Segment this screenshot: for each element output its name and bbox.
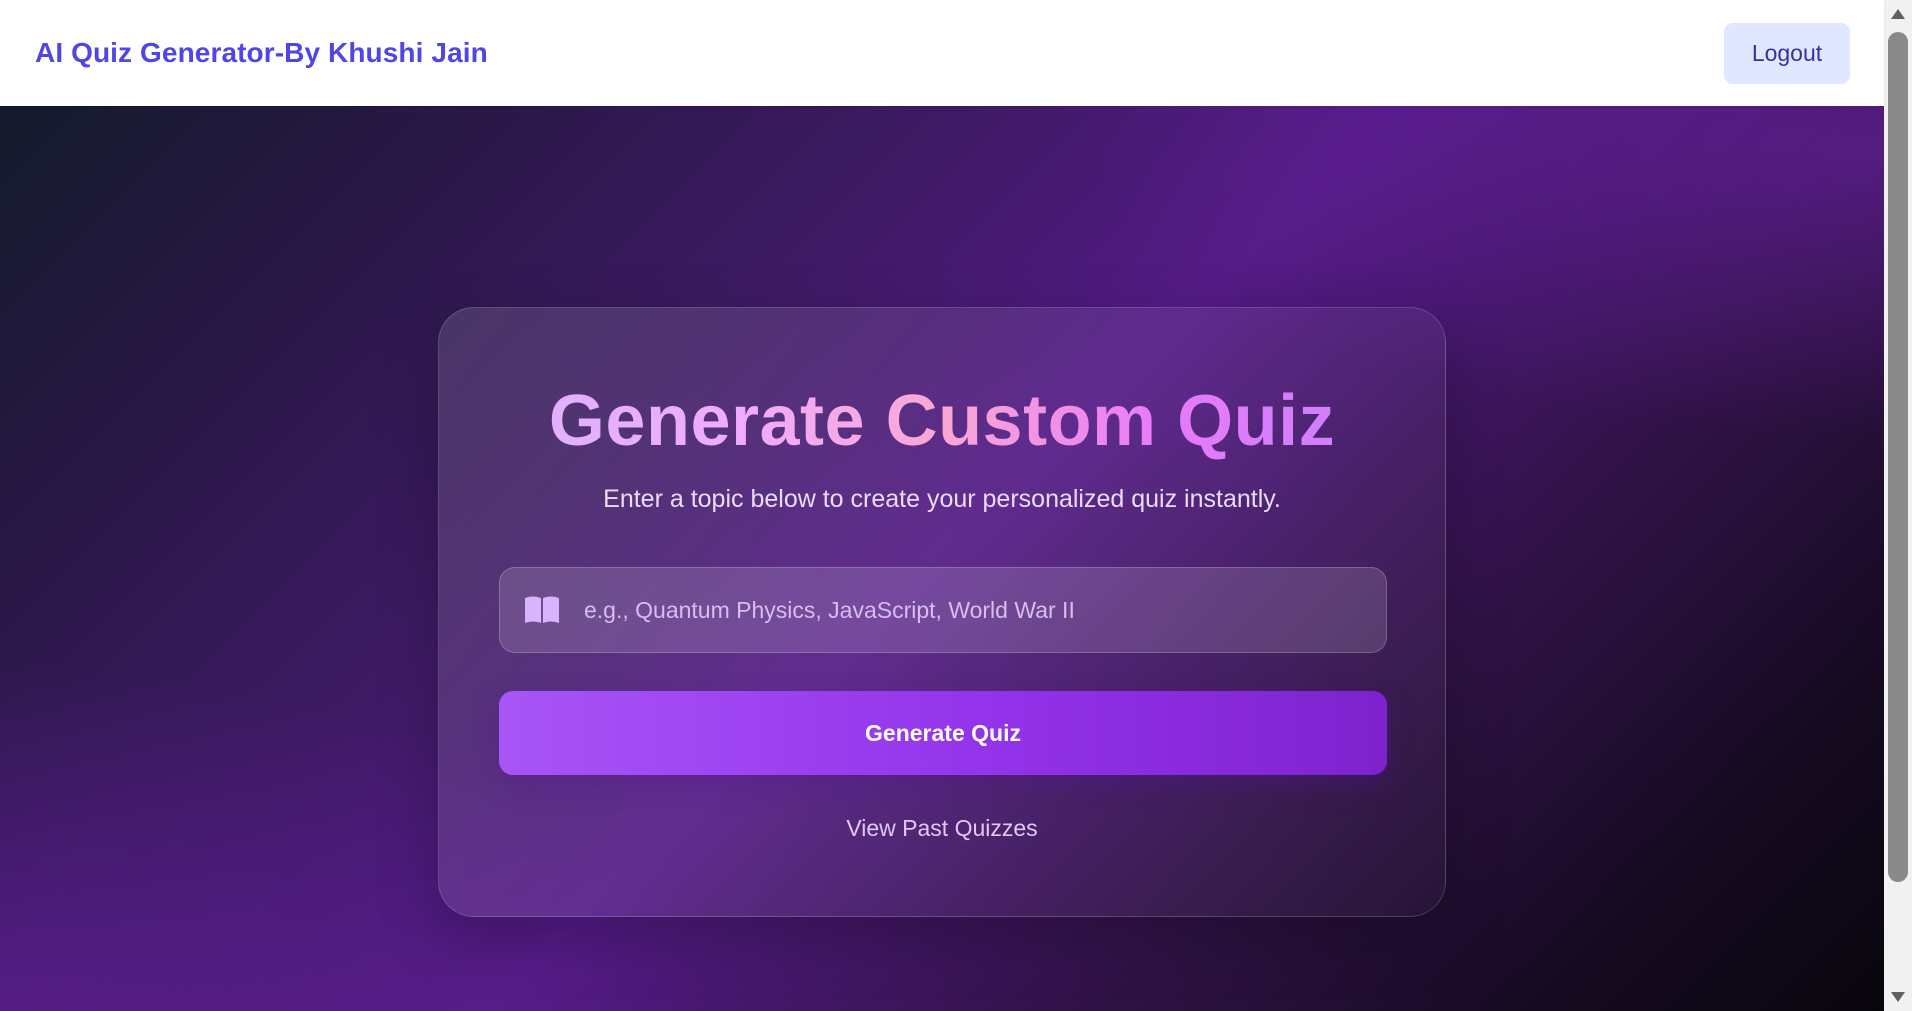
vertical-scrollbar[interactable] — [1884, 0, 1912, 1011]
view-past-quizzes-link[interactable]: View Past Quizzes — [439, 815, 1445, 842]
page-title: Generate Custom Quiz — [439, 376, 1445, 466]
book-open-icon — [522, 595, 562, 625]
top-navbar: AI Quiz Generator-By Khushi Jain Logout — [0, 0, 1884, 106]
page-subtitle: Enter a topic below to create your perso… — [603, 485, 1281, 513]
scroll-thumb[interactable] — [1888, 32, 1908, 882]
hero-section: Generate Custom Quiz Enter a topic below… — [0, 106, 1884, 1011]
app-window: AI Quiz Generator-By Khushi Jain Logout … — [0, 0, 1884, 1011]
brand-title: AI Quiz Generator-By Khushi Jain — [35, 37, 488, 68]
scroll-up-arrow-icon[interactable] — [1891, 9, 1905, 19]
scroll-down-arrow-icon[interactable] — [1891, 992, 1905, 1002]
topic-field[interactable] — [499, 567, 1387, 653]
generate-quiz-button[interactable]: Generate Quiz — [499, 691, 1387, 775]
topic-input[interactable] — [584, 568, 1386, 652]
logout-button[interactable]: Logout — [1724, 22, 1850, 84]
quiz-generator-card: Generate Custom Quiz Enter a topic below… — [438, 307, 1446, 917]
